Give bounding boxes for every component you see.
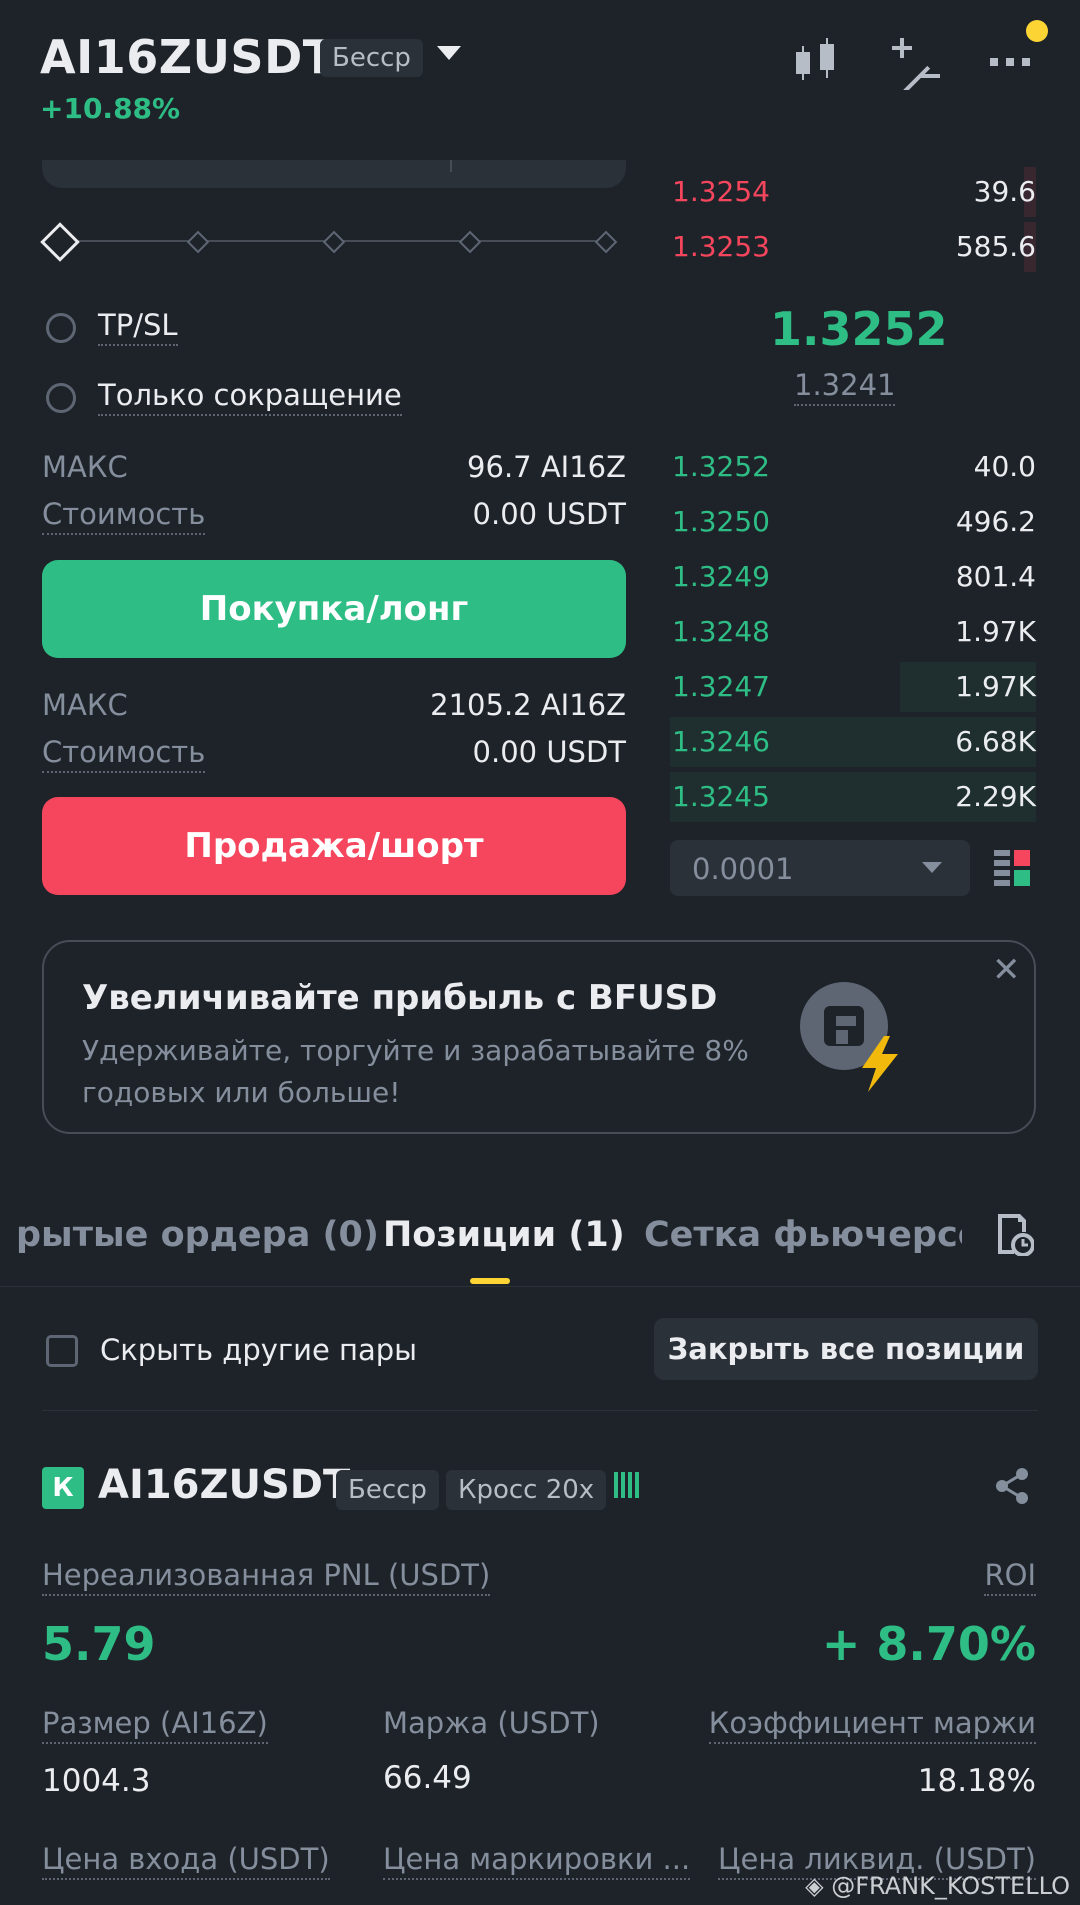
position-margin-tag[interactable]: Кросс 20x: [446, 1470, 607, 1510]
candlestick-chart-icon[interactable]: [790, 34, 846, 90]
roi-label[interactable]: ROI: [984, 1558, 1036, 1596]
mark-price[interactable]: 1.3241: [794, 368, 896, 406]
entry-price-label[interactable]: Цена входа (USDT): [42, 1842, 330, 1880]
last-price: 1.3252: [770, 302, 948, 356]
orderbook-layout-icon[interactable]: [994, 850, 1030, 892]
perpetual-badge: Бесср: [320, 39, 423, 77]
buy-cost-value: 0.00 USDT: [472, 497, 626, 531]
bid-quantity: 801.4: [955, 560, 1036, 593]
sell-short-button[interactable]: Продажа/шорт: [42, 797, 626, 895]
bid-price: 1.3248: [672, 615, 770, 648]
size-label[interactable]: Размер (AI16Z): [42, 1706, 268, 1744]
bid-price: 1.3252: [672, 450, 770, 483]
promo-title: Увеличивайте прибыль с BFUSD: [82, 978, 718, 1018]
quantity-input[interactable]: [42, 160, 626, 188]
bid-row[interactable]: 1.3246 6.68K: [670, 717, 1036, 767]
pnl-value: 5.79: [42, 1617, 156, 1671]
reduce-only-label[interactable]: Только сокращение: [98, 378, 402, 416]
watermark: ◈ @FRANK_KOSTELLO: [805, 1872, 1070, 1900]
ask-price: 1.3253: [672, 230, 770, 263]
ask-quantity: 585.6: [955, 230, 1036, 263]
close-all-positions-button[interactable]: Закрыть все позиции: [654, 1318, 1038, 1380]
roi-value: + 8.70%: [821, 1617, 1036, 1671]
buy-max-value: 96.7 AI16Z: [467, 450, 626, 484]
hide-other-pairs-label[interactable]: Скрыть другие пары: [100, 1333, 417, 1367]
hide-other-pairs-checkbox[interactable]: [46, 1335, 78, 1367]
promo-text: Удерживайте, торгуйте и зарабатывайте 8%…: [82, 1034, 749, 1109]
ask-row[interactable]: 1.3253 585.6: [670, 222, 1036, 272]
sell-max-value: 2105.2 AI16Z: [430, 688, 626, 722]
bid-quantity: 496.2: [955, 505, 1036, 538]
bid-row[interactable]: 1.3247 1.97K: [670, 662, 1036, 712]
bid-row[interactable]: 1.3249 801.4: [670, 552, 1036, 602]
sell-cost-label[interactable]: Стоимость: [42, 735, 206, 773]
tick-size-value: 0.0001: [692, 852, 794, 886]
bid-quantity: 6.68K: [955, 725, 1036, 758]
slider-step[interactable]: [458, 230, 482, 254]
bid-quantity: 1.97K: [955, 615, 1036, 648]
more-icon[interactable]: [984, 34, 1040, 90]
margin-value: 66.49: [383, 1760, 472, 1796]
divider: [42, 1410, 1038, 1411]
bid-price: 1.3249: [672, 560, 770, 593]
bid-price: 1.3245: [672, 780, 770, 813]
bid-row[interactable]: 1.3250 496.2: [670, 497, 1036, 547]
mark-price-label[interactable]: Цена маркировки ...: [383, 1842, 691, 1880]
ask-row[interactable]: 1.3254 39.6: [670, 167, 1036, 217]
active-tab-indicator: [470, 1278, 510, 1284]
pnl-label[interactable]: Нереализованная PNL (USDT): [42, 1558, 491, 1596]
slider-step[interactable]: [322, 230, 346, 254]
sell-cost-value: 0.00 USDT: [472, 735, 626, 769]
bid-row[interactable]: 1.3252 40.0: [670, 442, 1036, 492]
ask-quantity: 39.6: [973, 175, 1036, 208]
plus-minus-icon[interactable]: [888, 34, 944, 95]
buy-cost-label[interactable]: Стоимость: [42, 497, 206, 535]
tab-futures-grid[interactable]: Сетка фьючерсов: [644, 1215, 962, 1255]
sell-max-label: МАКС: [42, 688, 128, 722]
margin-ratio-label[interactable]: Коэффициент маржи: [708, 1706, 1036, 1744]
buy-long-button[interactable]: Покупка/лонг: [42, 560, 626, 658]
buy-max-label: МАКС: [42, 450, 128, 484]
tabs-divider: [0, 1286, 1080, 1287]
margin-label: Маржа (USDT): [383, 1706, 600, 1740]
bid-quantity: 40.0: [973, 450, 1036, 483]
price-change-percent: +10.88%: [40, 92, 181, 125]
position-side-badge: К: [42, 1467, 84, 1509]
tpsl-radio[interactable]: [46, 313, 76, 343]
symbol-title[interactable]: AI16ZUSDT: [40, 30, 335, 84]
bid-price: 1.3247: [672, 670, 770, 703]
bid-row[interactable]: 1.3245 2.29K: [670, 772, 1036, 822]
adl-indicator-icon: [614, 1472, 642, 1502]
bid-quantity: 2.29K: [955, 780, 1036, 813]
tpsl-label[interactable]: TP/SL: [98, 308, 178, 346]
bid-row[interactable]: 1.3248 1.97K: [670, 607, 1036, 657]
bfusd-logo-icon: [798, 980, 914, 1096]
share-icon[interactable]: [994, 1466, 1030, 1506]
margin-ratio-value: 18.18%: [917, 1763, 1036, 1799]
reduce-only-radio[interactable]: [46, 383, 76, 413]
bid-price: 1.3250: [672, 505, 770, 538]
chevron-down-icon[interactable]: [437, 46, 461, 60]
tab-positions[interactable]: Позиции (1): [383, 1215, 625, 1255]
size-value: 1004.3: [42, 1763, 151, 1799]
bid-price: 1.3246: [672, 725, 770, 758]
slider-handle[interactable]: [40, 222, 80, 262]
chevron-down-icon: [922, 862, 942, 873]
slider-step[interactable]: [594, 230, 618, 254]
slider-step[interactable]: [186, 230, 210, 254]
ask-price: 1.3254: [672, 175, 770, 208]
close-icon[interactable]: ✕: [992, 950, 1021, 990]
position-perp-tag: Бесср: [336, 1470, 439, 1510]
tab-open-orders[interactable]: рытые ордера (0): [16, 1215, 379, 1255]
bid-quantity: 1.97K: [955, 670, 1036, 703]
position-symbol[interactable]: AI16ZUSDT: [98, 1462, 350, 1508]
notification-dot: [1026, 20, 1048, 42]
order-history-icon[interactable]: [994, 1212, 1035, 1260]
